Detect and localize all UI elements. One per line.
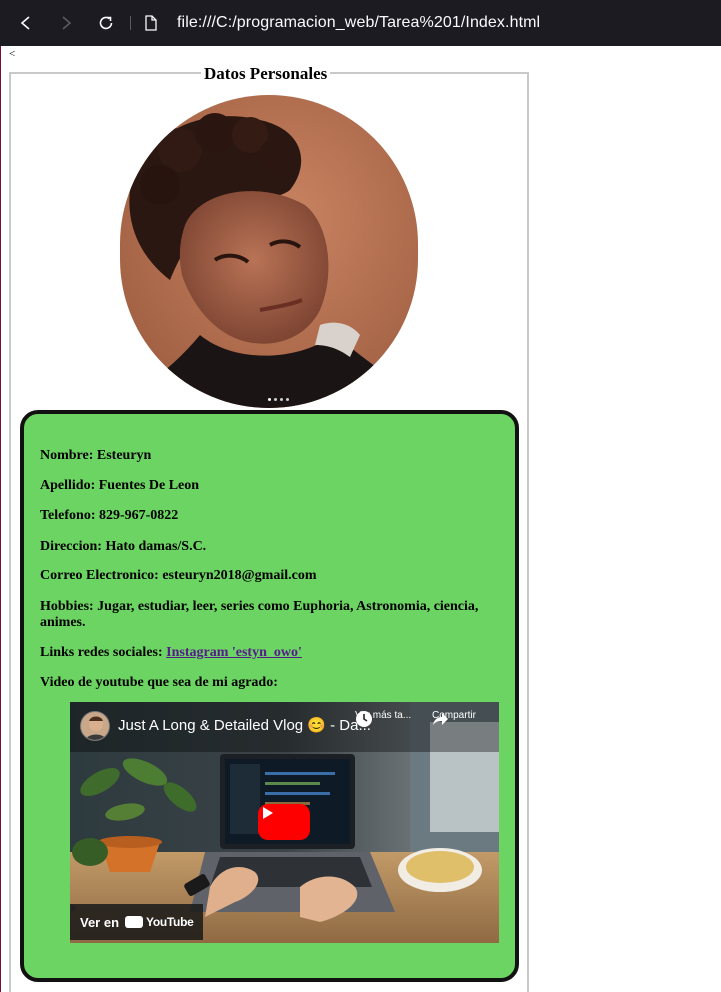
instagram-link[interactable]: Instagram 'estyn_owo' xyxy=(166,645,302,660)
carousel-dot xyxy=(280,398,283,401)
youtube-logo: YouTube xyxy=(71,904,194,929)
carousel-dot xyxy=(268,398,271,401)
social-links-label: Links redes sociales: xyxy=(40,645,167,660)
url-bar[interactable]: file:///C:/programacion_web/Tarea%201/In… xyxy=(177,14,540,32)
video-title[interactable]: Just A Long & Detailed Vlog 😊 - Da... xyxy=(118,716,371,734)
channel-avatar[interactable] xyxy=(80,711,110,741)
apellido-text: Apellido: Fuentes De Leon xyxy=(40,478,200,493)
info-card: Nombre: Esteuryn Apellido: Fuentes De Le… xyxy=(20,410,519,982)
stray-text: < xyxy=(9,48,16,60)
watch-on-youtube-button[interactable]: Ver en YouTube xyxy=(70,904,204,940)
telefono-text: Telefono: 829-967-0822 xyxy=(40,508,179,523)
play-button[interactable] xyxy=(258,804,310,840)
play-icon xyxy=(263,807,273,819)
carousel-dot xyxy=(286,398,289,401)
clock-icon xyxy=(356,711,372,727)
profile-photo xyxy=(120,95,418,408)
fieldset-legend: Datos Personales xyxy=(201,64,331,84)
watch-on-label: Ver en xyxy=(80,914,120,930)
video-label: Video de youtube que sea de mi agrado: xyxy=(40,675,278,690)
social-links-row: Links redes sociales: Instagram 'estyn_o… xyxy=(40,645,500,661)
watch-later-action[interactable]: Ver más ta... xyxy=(355,710,411,727)
youtube-play-icon xyxy=(71,904,144,928)
share-action[interactable]: Compartir xyxy=(432,710,476,725)
hobbies-text: Hobbies: Jugar, estudiar, leer, series c… xyxy=(40,599,479,630)
back-arrow-icon[interactable] xyxy=(6,0,46,46)
reload-icon[interactable] xyxy=(86,0,126,46)
file-icon[interactable] xyxy=(139,0,163,46)
browser-toolbar: file:///C:/programacion_web/Tarea%201/In… xyxy=(0,0,721,46)
youtube-wordmark: YouTube xyxy=(146,915,194,929)
share-icon xyxy=(433,713,448,725)
photo-carousel-dots xyxy=(268,398,289,401)
carousel-dot xyxy=(274,398,277,401)
nombre-text: Nombre: Esteuryn xyxy=(40,448,152,463)
toolbar-separator xyxy=(130,16,131,30)
forward-arrow-icon[interactable] xyxy=(46,0,86,46)
youtube-embed[interactable]: Just A Long & Detailed Vlog 😊 - Da... Ve… xyxy=(70,702,499,943)
direccion-text: Direccion: Hato damas/S.C. xyxy=(40,539,207,554)
correo-text: Correo Electronico: esteuryn2018@gmail.c… xyxy=(40,568,317,583)
window-edge xyxy=(0,46,1,992)
